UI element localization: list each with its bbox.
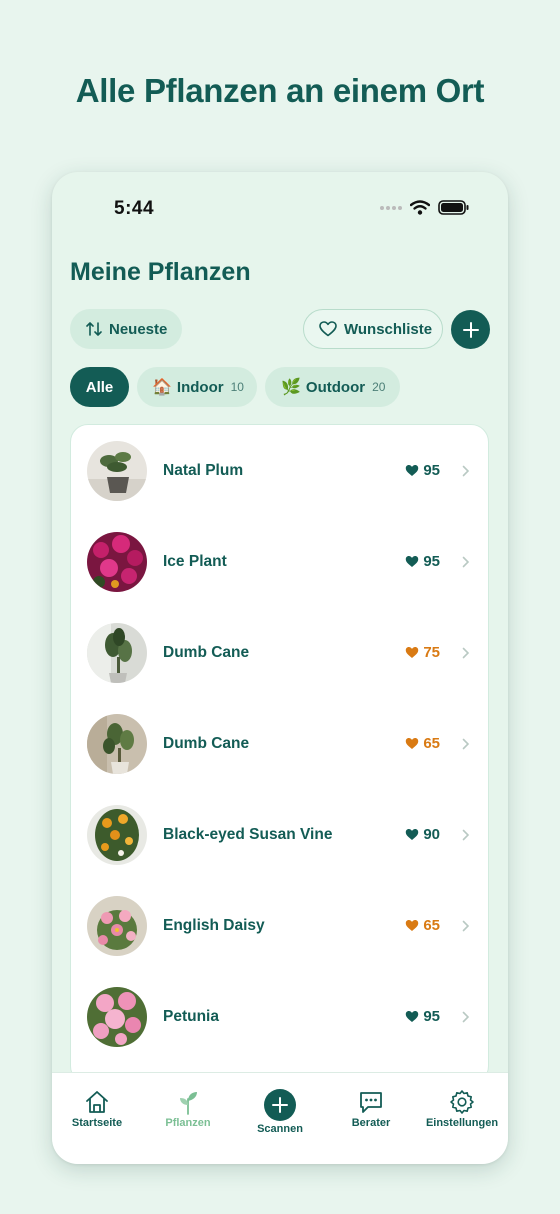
plant-row[interactable]: English Daisy 65 (71, 880, 490, 971)
signal-dots-icon (380, 205, 402, 210)
health-score: 95 (405, 1008, 440, 1025)
nav-advisor-label: Berater (351, 1117, 391, 1129)
health-score: 65 (405, 735, 440, 752)
nav-settings-label: Einstellungen (425, 1117, 499, 1129)
wishlist-label: Wunschliste (344, 320, 433, 338)
sprout-icon (180, 1092, 197, 1115)
nav-scan-label: Scannen (257, 1123, 303, 1135)
sort-button[interactable]: Neueste (70, 309, 182, 349)
heart-icon (406, 647, 419, 658)
plant-thumbnail (87, 713, 147, 774)
health-score: 90 (405, 826, 440, 843)
filter-outdoor-chip[interactable]: 🌿 Outdoor 20 (265, 367, 400, 407)
nav-home-label: Startseite (71, 1117, 123, 1129)
heart-icon (406, 738, 419, 749)
scan-plus-icon (264, 1089, 296, 1121)
filter-outdoor-label: Outdoor (305, 378, 366, 396)
health-value: 90 (423, 826, 440, 843)
health-score: 65 (405, 917, 440, 934)
plant-row[interactable]: Natal Plum 95 (71, 425, 490, 516)
nav-plants-label: Pflanzen (165, 1117, 211, 1129)
status-icons (380, 200, 470, 215)
chevron-right-icon (462, 647, 470, 658)
page-title: Meine Pflanzen (70, 258, 251, 286)
filter-all-chip[interactable]: Alle (70, 367, 129, 407)
plant-thumbnail (87, 440, 147, 501)
heart-icon (406, 920, 419, 931)
plant-row[interactable]: Dumb Cane 65 (71, 698, 490, 789)
plant-name: Dumb Cane (163, 734, 250, 752)
health-value: 95 (423, 1008, 440, 1025)
health-value: 65 (423, 735, 440, 752)
herb-icon: 🌿 (281, 379, 301, 396)
chevron-right-icon (462, 738, 470, 749)
heart-icon (406, 465, 419, 476)
plant-row[interactable]: Black-eyed Susan Vine 90 (71, 789, 490, 880)
health-score: 95 (405, 462, 440, 479)
chevron-right-icon (462, 1011, 470, 1022)
plant-thumbnail (87, 895, 147, 956)
filter-outdoor-count: 20 (372, 380, 386, 394)
heart-outline-icon (319, 321, 337, 337)
house-icon: 🏠 (152, 379, 172, 396)
filter-indoor-chip[interactable]: 🏠 Indoor 10 (137, 367, 257, 407)
nav-advisor[interactable]: Berater (326, 1089, 416, 1129)
nav-settings[interactable]: Einstellungen (417, 1089, 507, 1129)
health-score: 95 (405, 553, 440, 570)
plant-list: Natal Plum 95 Ice Plant 95 Dumb Cane 75 … (70, 424, 489, 1084)
headline: Alle Pflanzen an einem Ort (75, 72, 485, 109)
plant-thumbnail (87, 622, 147, 683)
chevron-right-icon (462, 556, 470, 567)
plant-name: English Daisy (163, 916, 265, 934)
plant-thumbnail (87, 531, 147, 592)
plant-thumbnail (87, 986, 147, 1047)
plant-row[interactable]: Petunia 95 (71, 971, 490, 1062)
gear-icon (450, 1090, 474, 1114)
chevron-right-icon (462, 465, 470, 476)
nav-scan[interactable]: Scannen (235, 1089, 325, 1135)
health-value: 95 (423, 462, 440, 479)
health-value: 65 (423, 917, 440, 934)
health-score: 75 (405, 644, 440, 661)
nav-home[interactable]: Startseite (52, 1089, 142, 1129)
sort-label: Neueste (109, 320, 168, 338)
plant-row[interactable]: Dumb Cane 75 (71, 607, 490, 698)
plant-thumbnail (87, 804, 147, 865)
filter-indoor-count: 10 (230, 380, 244, 394)
heart-icon (406, 1011, 419, 1022)
plant-name: Ice Plant (163, 552, 227, 570)
plant-name: Petunia (163, 1007, 219, 1025)
heart-icon (406, 556, 419, 567)
plant-name: Black-eyed Susan Vine (163, 825, 333, 843)
wishlist-button[interactable]: Wunschliste (303, 309, 443, 349)
phone-frame: 5:44 Meine Pflanzen Neueste Wunschliste (52, 172, 508, 1164)
plant-name: Dumb Cane (163, 643, 250, 661)
health-value: 75 (423, 644, 440, 661)
chevron-right-icon (462, 829, 470, 840)
plant-name: Natal Plum (163, 461, 244, 479)
chat-bubble-icon (360, 1092, 382, 1113)
plant-row[interactable]: Ice Plant 95 (71, 516, 490, 607)
battery-icon (438, 200, 469, 215)
chevron-right-icon (462, 920, 470, 931)
home-icon (86, 1091, 108, 1113)
add-plant-button[interactable] (451, 310, 490, 349)
sort-arrows-icon (86, 322, 102, 336)
filter-indoor-label: Indoor (176, 378, 224, 396)
nav-plants[interactable]: Pflanzen (143, 1089, 233, 1129)
bottom-nav: Startseite Pflanzen Scannen Berater Eins… (52, 1072, 508, 1164)
status-time: 5:44 (114, 198, 155, 219)
plus-icon (462, 321, 479, 338)
filter-all-label: Alle (85, 378, 114, 396)
heart-icon (406, 829, 419, 840)
wifi-icon (410, 200, 430, 215)
health-value: 95 (423, 553, 440, 570)
